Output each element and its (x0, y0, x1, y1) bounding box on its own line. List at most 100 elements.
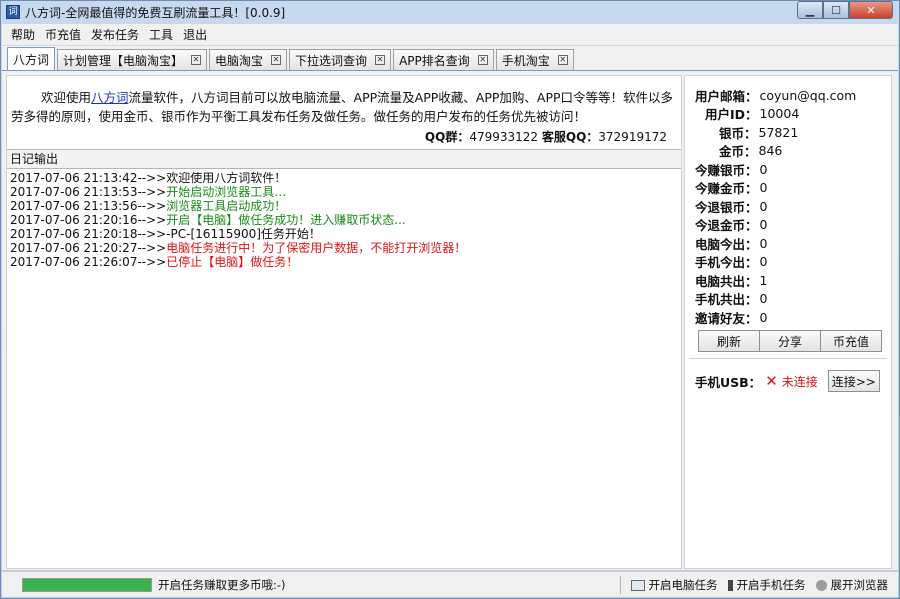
expand-browser-label: 展开浏览器 (830, 578, 889, 592)
qq-group-number: 479933122 (469, 130, 539, 144)
connect-button[interactable]: 连接>> (827, 370, 880, 392)
tab-pc-taobao[interactable]: 电脑淘宝 ✕ (209, 49, 288, 70)
divider (689, 358, 887, 359)
stat-value: 57821 (758, 124, 799, 140)
stat-label: 今退金币： (695, 218, 758, 234)
maximize-button[interactable]: ☐ (823, 1, 849, 19)
log-message: -PC-[16115900]任务开始！ (166, 227, 321, 241)
stat-today-earned-silver: 今赚银币： 0 (685, 160, 891, 179)
log-message: 已停止【电脑】做任务！ (166, 255, 299, 269)
browser-icon (815, 579, 827, 591)
tab-plan-management[interactable]: 计划管理【电脑淘宝】 ✕ (57, 49, 208, 70)
log-timestamp: 2017-07-06 21:13:56-->> (10, 199, 167, 213)
tab-dropdown-keyword-query[interactable]: 下拉选词查询 ✕ (289, 49, 392, 70)
log-line: 2017-07-06 21:13:56-->>浏览器工具启动成功！ (10, 199, 678, 213)
tab-label: 手机淘宝 (501, 53, 550, 68)
tab-strip: 八方词 计划管理【电脑淘宝】 ✕ 电脑淘宝 ✕ 下拉选词查询 ✕ APP排名查询… (2, 46, 898, 70)
log-header: 日记输出 (7, 149, 681, 169)
recharge-button[interactable]: 币充值 (820, 330, 882, 352)
stat-label: 手机今出： (695, 255, 758, 271)
task-progress-bar (22, 577, 152, 592)
main-panel: 欢迎使用八方词流量软件，八方词目前可以放电脑流量、APP流量及APP收藏、APP… (6, 75, 682, 569)
tab-label: 计划管理【电脑淘宝】 (63, 53, 184, 68)
log-timestamp: 2017-07-06 21:26:07-->> (10, 255, 167, 269)
stat-value: 846 (758, 143, 783, 159)
tab-close-icon[interactable]: ✕ (375, 55, 386, 65)
stat-label: 用户ID： (705, 107, 758, 123)
app-window: 词 八方词-全网最值得的免费互刷流量工具！[0.0.9] ▁ ☐ ✕ 帮助 币充… (0, 0, 900, 599)
menu-bar: 帮助 币充值 发布任务 工具 退出 (2, 24, 898, 46)
log-timestamp: 2017-07-06 21:20:16-->> (10, 213, 167, 227)
stat-value: 0 (759, 198, 768, 214)
minimize-button[interactable]: ▁ (797, 1, 823, 19)
title-bar: 词 八方词-全网最值得的免费互刷流量工具！[0.0.9] ▁ ☐ ✕ (1, 1, 899, 23)
close-window-button[interactable]: ✕ (849, 1, 893, 19)
bafangci-link[interactable]: 八方词 (91, 90, 129, 105)
stat-label: 手机共出： (695, 292, 758, 308)
stat-today-refund-gold: 今退金币： 0 (685, 216, 891, 235)
tab-close-icon[interactable]: ✕ (477, 55, 488, 65)
start-pc-task-label: 开启电脑任务 (648, 578, 718, 592)
status-actions: 开启电脑任务 开启手机任务 展开浏览器 (612, 572, 889, 598)
stat-mobile-total-out: 手机共出： 0 (685, 290, 891, 309)
stat-value: 0 (759, 180, 768, 196)
tab-label: 八方词 (13, 52, 50, 67)
log-line: 2017-07-06 21:13:42-->>欢迎使用八方词软件！ (10, 171, 678, 185)
account-stats: 用户邮箱： coyun@qq.com 用户ID： 10004 银币： 57821 金币… (685, 86, 891, 327)
tab-close-icon[interactable]: ✕ (191, 55, 202, 65)
log-timestamp: 2017-07-06 21:13:53-->> (10, 185, 167, 199)
stat-value: 0 (759, 235, 768, 251)
progress-fill (23, 578, 151, 591)
menu-publish-task[interactable]: 发布任务 (86, 26, 144, 43)
start-pc-task-button[interactable]: 开启电脑任务 (630, 577, 718, 593)
menu-recharge[interactable]: 币充值 (40, 26, 86, 43)
tab-bafangci[interactable]: 八方词 (7, 47, 56, 70)
stat-label: 今赚金币： (695, 181, 758, 197)
tab-app-rank-query[interactable]: APP排名查询 ✕ (393, 49, 494, 70)
tab-close-icon[interactable]: ✕ (271, 55, 282, 65)
service-qq-number: 372919172 (598, 130, 667, 144)
log-output[interactable]: 2017-07-06 21:13:42-->>欢迎使用八方词软件！ 2017-0… (10, 171, 678, 269)
stat-label: 电脑共出： (695, 273, 758, 289)
phone-icon (727, 579, 733, 591)
stat-user-id: 用户ID： 10004 (685, 105, 891, 124)
status-bar: 开启任务赚取更多币哦:-) 开启电脑任务 开启手机任务 展开浏览器 (2, 571, 898, 597)
log-line: 2017-07-06 21:20:18-->>-PC-[16115900]任务开… (10, 227, 678, 241)
stat-value: 0 (759, 309, 768, 325)
qq-group-label: QQ群： (424, 130, 470, 144)
stat-label: 用户邮箱： (695, 88, 758, 104)
expand-browser-button[interactable]: 展开浏览器 (815, 577, 889, 593)
log-message: 电脑任务进行中！为了保密用户数据，不能打开浏览器！ (166, 241, 467, 255)
log-line: 2017-07-06 21:13:53-->>开始启动浏览器工具… (10, 185, 678, 199)
stat-value: 0 (759, 291, 768, 307)
window-controls: ▁ ☐ ✕ (797, 1, 893, 19)
share-button[interactable]: 分享 (759, 330, 821, 352)
tab-label: APP排名查询 (399, 53, 470, 68)
usb-status-row: 手机USB： ✕ 未连接 连接>> (695, 370, 880, 392)
tab-close-icon[interactable]: ✕ (557, 55, 568, 65)
stat-value: 0 (759, 161, 768, 177)
menu-exit[interactable]: 退出 (178, 26, 212, 43)
log-timestamp: 2017-07-06 21:20:18-->> (10, 227, 167, 241)
stat-value: coyun@qq.com (759, 87, 857, 103)
log-line: 2017-07-06 21:20:27-->>电脑任务进行中！为了保密用户数据，… (10, 241, 678, 255)
divider (619, 576, 621, 594)
menu-help[interactable]: 帮助 (6, 26, 40, 43)
stat-label: 今退银币： (695, 199, 758, 215)
account-actions: 刷新 分享 币充值 (698, 330, 882, 352)
stat-label: 电脑今出： (695, 236, 758, 252)
start-phone-task-button[interactable]: 开启手机任务 (727, 577, 806, 593)
log-line: 2017-07-06 21:20:16-->>开启【电脑】做任务成功！进入赚取币… (10, 213, 678, 227)
stat-label: 金币： (719, 144, 757, 160)
tab-content: 欢迎使用八方词流量软件，八方词目前可以放电脑流量、APP流量及APP收藏、APP… (2, 70, 898, 570)
stat-mobile-today-out: 手机今出： 0 (685, 253, 891, 272)
log-message: 浏览器工具启动成功！ (166, 199, 287, 213)
refresh-button[interactable]: 刷新 (698, 330, 760, 352)
stat-today-refund-silver: 今退银币： 0 (685, 197, 891, 216)
log-timestamp: 2017-07-06 21:13:42-->> (10, 171, 167, 185)
stat-value: 1 (759, 272, 768, 288)
tab-mobile-taobao[interactable]: 手机淘宝 ✕ (495, 49, 574, 70)
tab-label: 电脑淘宝 (215, 53, 264, 68)
stat-gold-coins: 金币： 846 (685, 142, 891, 161)
menu-tools[interactable]: 工具 (144, 26, 178, 43)
